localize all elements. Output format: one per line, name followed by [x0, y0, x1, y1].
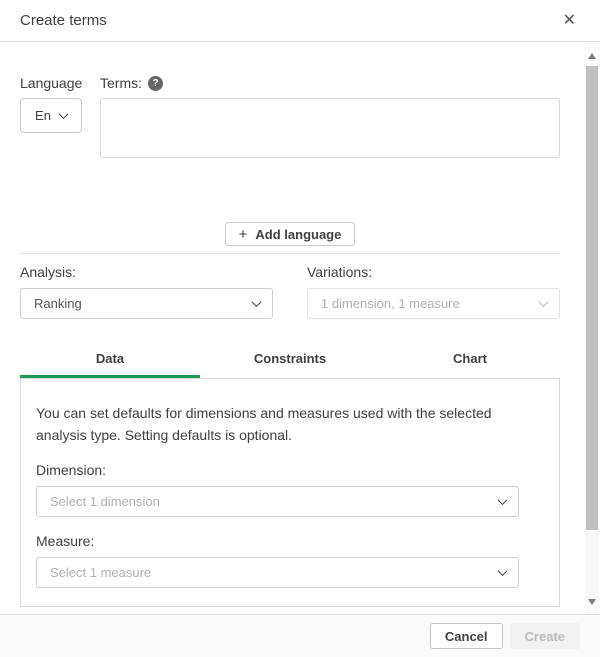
tabstrip: Data Constraints Chart [20, 345, 560, 378]
scrollbar-thumb[interactable] [586, 66, 598, 530]
variations-column: Variations: 1 dimension, 1 measure [307, 264, 560, 319]
chevron-down-icon [59, 109, 69, 119]
dialog-body: Language Terms: ? En + Add language [0, 43, 600, 614]
dimension-select[interactable]: Select 1 dimension [36, 486, 519, 517]
tab-chart-label: Chart [453, 351, 487, 366]
dimension-label: Dimension: [36, 462, 544, 478]
cancel-button[interactable]: Cancel [430, 623, 503, 649]
variations-select[interactable]: 1 dimension, 1 measure [307, 288, 560, 319]
tab-constraints-label: Constraints [254, 351, 326, 366]
tab-data[interactable]: Data [20, 345, 200, 378]
chevron-down-icon [539, 297, 549, 307]
terms-label-wrap: Terms: ? [100, 75, 163, 91]
variations-select-value: 1 dimension, 1 measure [321, 296, 460, 311]
help-icon[interactable]: ? [148, 76, 163, 91]
active-tab-underline [20, 375, 200, 378]
analysis-column: Analysis: Ranking [20, 264, 273, 319]
add-language-row: + Add language [20, 222, 560, 246]
terms-input[interactable] [100, 98, 560, 158]
tab-data-label: Data [96, 351, 124, 366]
measure-label: Measure: [36, 533, 544, 549]
data-tab-panel: You can set defaults for dimensions and … [20, 378, 560, 607]
create-terms-dialog: Create terms ✕ Language Terms: ? En [0, 0, 600, 657]
analysis-variations-row: Analysis: Ranking Variations: 1 dimensio… [20, 264, 560, 319]
analysis-label: Analysis: [20, 264, 273, 280]
language-label: Language [20, 75, 100, 91]
dialog-footer: Cancel Create [0, 614, 600, 657]
language-terms-label-row: Language Terms: ? [20, 75, 560, 91]
measure-select-placeholder: Select 1 measure [50, 565, 151, 580]
close-icon: ✕ [563, 12, 576, 29]
scroll-up-arrow-icon[interactable] [588, 53, 596, 59]
tab-chart[interactable]: Chart [380, 345, 560, 378]
measure-select[interactable]: Select 1 measure [36, 557, 519, 588]
scroll-down-arrow-icon[interactable] [588, 599, 596, 605]
divider [20, 253, 560, 254]
chevron-down-icon [498, 566, 508, 576]
create-button[interactable]: Create [510, 623, 580, 649]
dialog-title: Create terms [20, 12, 107, 29]
tab-constraints[interactable]: Constraints [200, 345, 380, 378]
dialog-content: Language Terms: ? En + Add language [0, 75, 600, 607]
add-language-button[interactable]: + Add language [225, 222, 356, 246]
dimension-select-placeholder: Select 1 dimension [50, 494, 160, 509]
chevron-down-icon [498, 495, 508, 505]
chevron-down-icon [252, 297, 262, 307]
analysis-select[interactable]: Ranking [20, 288, 273, 319]
language-select-value: En [35, 108, 51, 123]
terms-label: Terms: [100, 75, 142, 91]
defaults-description: You can set defaults for dimensions and … [36, 402, 544, 446]
dialog-header: Create terms ✕ [0, 0, 600, 42]
plus-icon: + [239, 227, 248, 242]
analysis-select-value: Ranking [34, 296, 82, 311]
language-terms-input-row: En [20, 98, 560, 158]
add-language-label: Add language [255, 227, 341, 242]
scrollbar[interactable] [585, 47, 599, 613]
close-button[interactable]: ✕ [559, 11, 580, 31]
language-select[interactable]: En [20, 98, 82, 133]
variations-label: Variations: [307, 264, 560, 280]
